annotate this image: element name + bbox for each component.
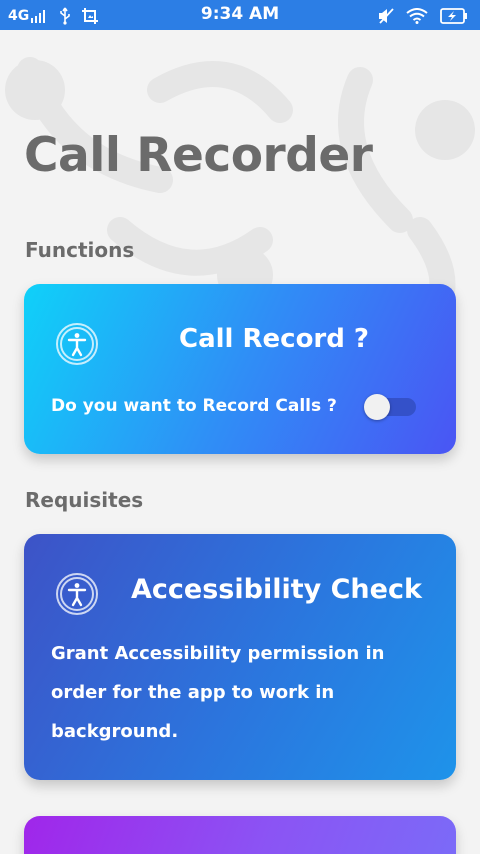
page-title: Call Recorder — [24, 128, 373, 183]
call-record-card: Call Record ? Do you want to Record Call… — [24, 284, 456, 454]
accessibility-description: Grant Accessibility permission in order … — [51, 643, 385, 742]
wifi-icon — [406, 8, 428, 24]
accessibility-check-title: Accessibility Check — [131, 574, 422, 605]
record-calls-toggle[interactable] — [364, 394, 418, 420]
section-label-functions: Functions — [25, 238, 135, 262]
status-bar: 4G 9:34 AM — [0, 0, 480, 30]
accessibility-check-card[interactable]: Accessibility Check Grant Accessibility … — [24, 534, 456, 780]
toggle-thumb — [364, 394, 390, 420]
call-record-title: Call Record ? — [179, 324, 369, 354]
battery-charging-icon — [440, 8, 467, 24]
mute-icon — [379, 8, 394, 24]
accessibility-icon — [56, 573, 98, 615]
record-calls-question: Do you want to Record Calls ? — [51, 396, 337, 416]
section-label-requisites: Requisites — [25, 488, 144, 512]
status-right — [378, 5, 468, 27]
accessibility-icon — [56, 323, 98, 365]
next-requisite-card[interactable] — [24, 816, 456, 854]
